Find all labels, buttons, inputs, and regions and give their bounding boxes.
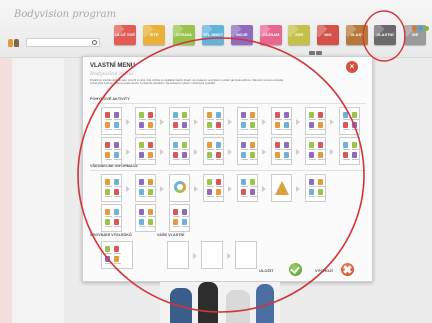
save-label: ULOŽIT bbox=[259, 268, 274, 273]
reset-label: VÝCHOZÍ bbox=[315, 268, 333, 273]
search-row bbox=[8, 38, 100, 47]
content-thumbnail[interactable] bbox=[169, 107, 190, 135]
arrow-separator bbox=[228, 149, 232, 155]
custom-menu-dialog: VLASTNÍ MENU Bodyvision menu × Přetáhnou… bbox=[82, 56, 373, 282]
custom-slot[interactable] bbox=[235, 241, 257, 269]
arrow-separator bbox=[330, 149, 334, 155]
tab-scroll-arrows[interactable] bbox=[309, 51, 322, 55]
arrow-separator bbox=[126, 149, 130, 155]
content-thumbnail[interactable] bbox=[237, 174, 258, 202]
scroll-right-icon[interactable] bbox=[316, 51, 322, 55]
arrow-separator bbox=[160, 186, 164, 192]
arrow-separator bbox=[160, 119, 164, 125]
tab-7[interactable]: MIG bbox=[317, 25, 339, 45]
content-thumbnail[interactable] bbox=[271, 107, 292, 135]
content-thumbnail[interactable] bbox=[101, 137, 122, 165]
content-thumbnail[interactable] bbox=[339, 137, 360, 165]
content-thumbnail[interactable] bbox=[339, 107, 360, 135]
custom-slot[interactable] bbox=[201, 241, 223, 269]
reset-button[interactable] bbox=[341, 263, 354, 276]
tab-8[interactable]: VLAST bbox=[346, 25, 368, 45]
section-activities-label: POHYBOVÉ AKTIVITY bbox=[90, 97, 130, 101]
status-dot bbox=[418, 26, 423, 31]
tab-0[interactable]: ULOŽ SVÉ bbox=[114, 25, 136, 45]
arrow-separator bbox=[194, 149, 198, 155]
dialog-subtitle: Bodyvision menu bbox=[90, 71, 134, 77]
tab-6[interactable]: ZDR bbox=[288, 25, 310, 45]
arrow-separator bbox=[262, 186, 266, 192]
content-thumbnail[interactable] bbox=[135, 107, 156, 135]
app-title: Bodyvision program bbox=[14, 9, 117, 20]
content-thumbnail[interactable] bbox=[305, 174, 326, 202]
content-thumbnail[interactable] bbox=[305, 107, 326, 135]
content-thumbnail[interactable] bbox=[169, 137, 190, 165]
content-thumbnail[interactable] bbox=[135, 137, 156, 165]
content-thumbnail[interactable] bbox=[101, 204, 122, 232]
arrow-separator bbox=[227, 253, 231, 259]
close-button[interactable]: × bbox=[346, 61, 358, 73]
status-indicators bbox=[412, 26, 429, 31]
tab-5[interactable]: ZÁZNAM bbox=[260, 25, 282, 45]
content-thumbnail[interactable] bbox=[271, 174, 292, 202]
content-thumbnail[interactable] bbox=[101, 174, 122, 202]
custom-slot[interactable] bbox=[167, 241, 189, 269]
status-dot bbox=[412, 26, 417, 31]
content-thumbnail[interactable] bbox=[203, 174, 224, 202]
divider bbox=[90, 103, 366, 104]
arrow-separator bbox=[194, 186, 198, 192]
tab-2[interactable]: STRAVA bbox=[173, 25, 195, 45]
side-strip bbox=[0, 58, 12, 323]
arrow-separator bbox=[228, 119, 232, 125]
tab-4[interactable]: MOJE bbox=[231, 25, 253, 45]
arrow-separator bbox=[228, 186, 232, 192]
arrow-separator bbox=[296, 119, 300, 125]
content-thumbnail[interactable] bbox=[237, 107, 258, 135]
content-thumbnail[interactable] bbox=[305, 137, 326, 165]
top-bar: Bodyvision program ULOŽ SVÉ ŠÍTE STRAVA TĚL… bbox=[0, 0, 432, 58]
arrow-separator bbox=[262, 149, 266, 155]
content-thumbnail[interactable] bbox=[135, 174, 156, 202]
content-thumbnail[interactable] bbox=[237, 137, 258, 165]
content-thumbnail[interactable] bbox=[169, 174, 190, 202]
search-icon[interactable] bbox=[92, 40, 97, 45]
dialog-title: VLASTNÍ MENU bbox=[90, 63, 135, 69]
arrow-separator bbox=[296, 186, 300, 192]
tab-1[interactable]: ŠÍTE bbox=[143, 25, 165, 45]
dialog-instructions: Přetáhnou položku dolů do šetu. vytvořit… bbox=[90, 79, 284, 86]
arrow-separator bbox=[126, 119, 130, 125]
section-compare-label: SROVNÁNÍ VÝSLEDKŮ bbox=[90, 233, 132, 237]
section-custom-label: VAŠE VLASTNÍ bbox=[157, 233, 185, 237]
divider bbox=[90, 170, 366, 171]
arrow-separator bbox=[262, 119, 266, 125]
arrow-separator bbox=[330, 119, 334, 125]
people-photo bbox=[160, 282, 280, 323]
tab-9[interactable]: VLASTNÍ MENU bbox=[374, 25, 396, 45]
scroll-left-icon[interactable] bbox=[309, 51, 315, 55]
arrow-separator bbox=[193, 253, 197, 259]
content-thumbnail[interactable] bbox=[203, 137, 224, 165]
arrow-separator bbox=[126, 186, 130, 192]
tab-3[interactable]: TĚL HMOT bbox=[202, 25, 224, 45]
content-thumbnail[interactable] bbox=[135, 204, 156, 232]
content-thumbnail[interactable] bbox=[271, 137, 292, 165]
content-thumbnail[interactable] bbox=[203, 107, 224, 135]
arrow-separator bbox=[160, 149, 164, 155]
save-button[interactable] bbox=[289, 263, 302, 276]
status-dot bbox=[424, 26, 429, 31]
search-input[interactable] bbox=[26, 38, 100, 47]
content-thumbnail[interactable] bbox=[101, 107, 122, 135]
arrow-separator bbox=[296, 149, 300, 155]
compare-thumbnail[interactable] bbox=[101, 241, 133, 269]
content-thumbnail[interactable] bbox=[169, 204, 190, 232]
people-icon[interactable] bbox=[8, 38, 22, 47]
arrow-separator bbox=[194, 119, 198, 125]
